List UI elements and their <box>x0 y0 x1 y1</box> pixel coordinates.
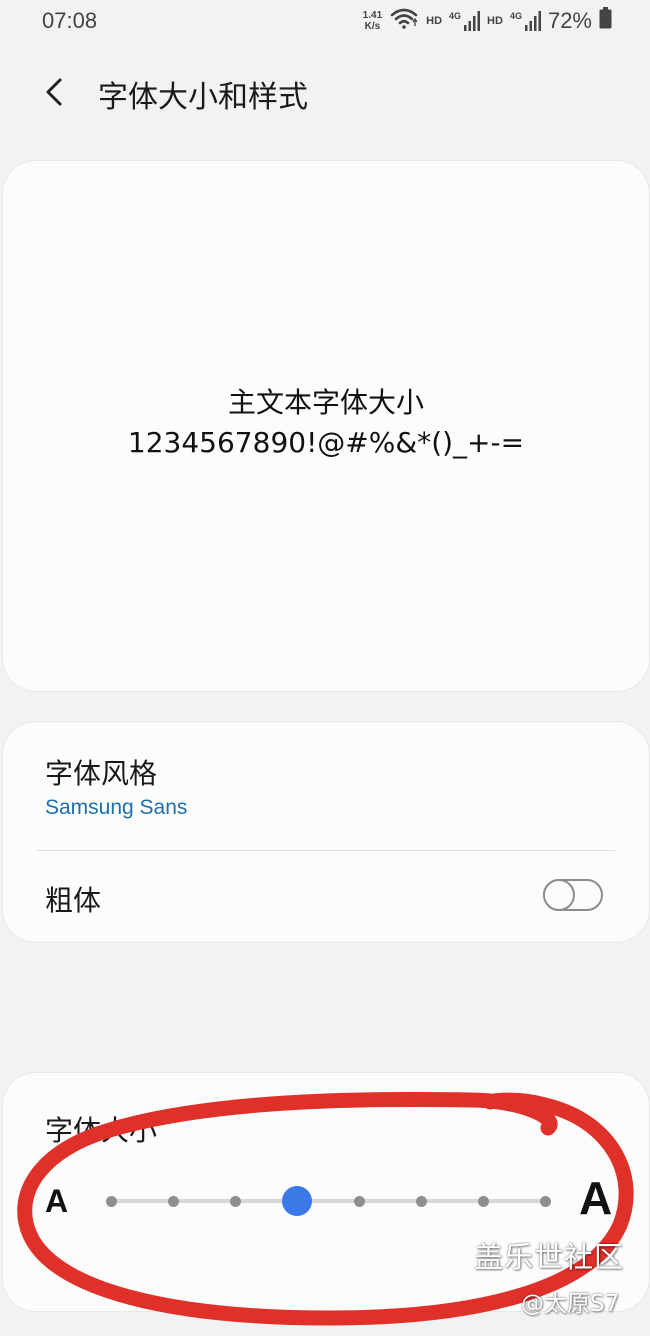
slider-step-dot[interactable] <box>167 1195 179 1207</box>
network-type-1: 4G <box>449 10 462 21</box>
slider-step-dot[interactable] <box>105 1195 117 1207</box>
watermark-line-2: @太原S7 <box>521 1291 620 1317</box>
slider-step-dot[interactable] <box>539 1195 551 1207</box>
font-style-title: 字体风格 <box>45 757 158 790</box>
app-bar: 字体大小和样式 <box>0 60 650 124</box>
battery-icon <box>599 7 612 34</box>
battery-percent: 72% <box>547 7 592 33</box>
font-preview-card: 主文本字体大小 1234567890!@#%&*()_+-= <box>2 160 650 692</box>
status-time: 07:08 <box>42 8 98 33</box>
network-speed: 1.41 K/s <box>363 10 382 32</box>
signal-group-2: 4G <box>509 10 541 31</box>
font-size-title: 字体大小 <box>45 1114 158 1147</box>
network-speed-value: 1.41 <box>362 9 383 21</box>
slider-step-dot[interactable] <box>415 1195 427 1207</box>
bold-title: 粗体 <box>45 884 102 917</box>
signal-group-1: 4G <box>449 10 481 31</box>
hd-label-2: HD <box>487 14 503 27</box>
hd-label-1: HD <box>426 14 443 27</box>
signal-bars-icon <box>524 10 541 31</box>
bold-row[interactable]: 粗体 <box>3 851 649 943</box>
preview-line-1: 主文本字体大小 <box>227 386 424 419</box>
bold-toggle-knob <box>543 879 575 911</box>
font-style-row[interactable]: 字体风格 Samsung Sans <box>3 722 649 850</box>
large-font-label: A <box>579 1172 613 1224</box>
slider-step-dot[interactable] <box>229 1195 241 1207</box>
back-button[interactable] <box>30 70 78 114</box>
status-icons: 1.41 K/s HD 4G HD 4G 72% <box>363 6 612 35</box>
back-arrow-icon <box>46 78 62 106</box>
wifi-icon <box>389 6 419 35</box>
small-font-label: A <box>45 1183 69 1219</box>
font-style-value: Samsung Sans <box>45 796 188 819</box>
bold-toggle[interactable] <box>543 879 603 911</box>
page-title: 字体大小和样式 <box>98 80 308 115</box>
status-bar: 07:08 1.41 K/s HD 4G HD 4G 72% <box>0 0 650 44</box>
slider-step-dot[interactable] <box>353 1195 365 1207</box>
signal-bars-icon <box>464 10 481 31</box>
network-speed-unit: K/s <box>364 20 381 32</box>
preview-line-2: 1234567890!@#%&*()_+-= <box>127 426 525 459</box>
watermark-line-1: 盖乐世社区 <box>474 1240 625 1274</box>
font-style-card: 字体风格 Samsung Sans 粗体 <box>2 721 650 943</box>
preview-text: 主文本字体大小 1234567890!@#%&*()_+-= <box>3 383 649 463</box>
slider-thumb[interactable] <box>282 1186 312 1216</box>
font-size-card: 字体大小 A A <box>2 1072 650 1312</box>
network-type-2: 4G <box>509 10 522 21</box>
slider-step-dot[interactable] <box>477 1195 489 1207</box>
